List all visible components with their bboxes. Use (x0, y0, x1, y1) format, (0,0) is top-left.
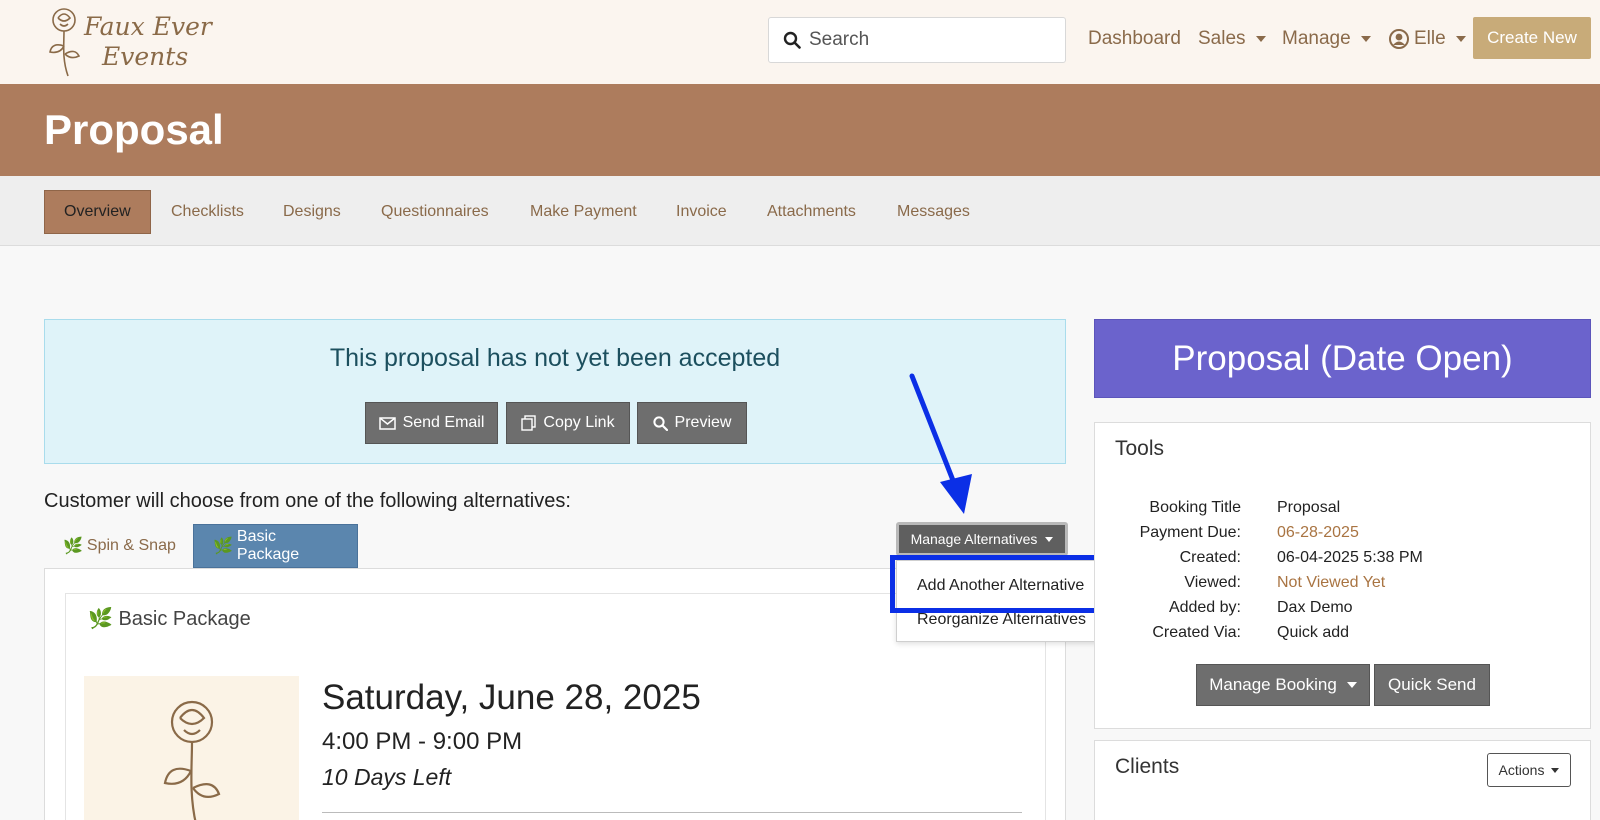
divider (322, 812, 1022, 813)
row-key: Booking Title (1149, 499, 1241, 516)
tools-row-created: Created: 06-04-2025 5:38 PM (1095, 549, 1590, 573)
quick-send-button[interactable]: Quick Send (1374, 664, 1490, 706)
alternative-tab-spin-snap[interactable]: 🌿 Spin & Snap (44, 524, 195, 568)
nav-sales[interactable]: Sales (1198, 28, 1266, 50)
preview-label: Preview (674, 414, 732, 431)
annotation-arrow (909, 373, 972, 514)
user-avatar-icon (1389, 29, 1409, 49)
copy-link-label: Copy Link (543, 414, 615, 431)
nav-dashboard-label: Dashboard (1088, 28, 1181, 49)
tab-make-payment[interactable]: Make Payment (511, 190, 656, 234)
event-date: Saturday, June 28, 2025 (322, 678, 701, 717)
tools-title: Tools (1115, 437, 1165, 460)
page-title: Proposal (44, 106, 224, 153)
chevron-down-icon (1346, 682, 1357, 688)
tab-checklists[interactable]: Checklists (152, 190, 263, 234)
copy-link-button[interactable]: Copy Link (506, 402, 630, 444)
logo-line-1: Faux Ever (84, 12, 212, 41)
search-input[interactable] (809, 29, 1049, 51)
status-banner: Proposal (Date Open) (1094, 319, 1591, 398)
tab-invoice[interactable]: Invoice (657, 190, 746, 234)
search-icon (652, 415, 668, 431)
logo-line-2: Events (102, 42, 189, 71)
nav-user-label: Elle (1414, 28, 1446, 49)
alternatives-prompt: Customer will choose from one of the fol… (44, 490, 571, 512)
row-value: 06-04-2025 5:38 PM (1277, 549, 1423, 566)
manage-booking-button[interactable]: Manage Booking (1196, 664, 1370, 706)
clients-panel: Clients Actions (1094, 740, 1591, 820)
alternative-tab-label: Spin & Snap (86, 537, 176, 554)
nav-manage-label: Manage (1282, 28, 1351, 49)
row-value: Dax Demo (1277, 599, 1353, 616)
chevron-down-icon (1551, 767, 1560, 773)
page-title-band: Proposal (0, 84, 1600, 176)
brand-logo[interactable]: Faux Ever Events (44, 4, 214, 78)
tab-designs[interactable]: Designs (264, 190, 360, 234)
chevron-down-icon (1045, 536, 1054, 542)
row-key: Created Via: (1152, 624, 1241, 641)
row-value: Proposal (1277, 499, 1341, 516)
actions-label: Actions (1498, 762, 1545, 778)
highlight-box (890, 555, 1125, 613)
menu-item-reorganize-alternatives[interactable]: Reorganize Alternatives (917, 611, 1086, 629)
row-key: Payment Due: (1139, 524, 1241, 541)
clients-title: Clients (1115, 755, 1180, 778)
chevron-down-icon (1255, 36, 1266, 42)
envelope-icon (378, 416, 396, 430)
copy-icon (521, 415, 537, 431)
tools-row-created-via: Created Via: Quick add (1095, 624, 1590, 648)
tab-messages[interactable]: Messages (878, 190, 989, 234)
nav-user-menu[interactable]: Elle (1389, 28, 1466, 50)
package-title: 🌿 Basic Package (88, 606, 251, 631)
tab-overview[interactable]: Overview (44, 190, 151, 234)
chevron-down-icon (1360, 36, 1371, 42)
alternative-tab-label: Basic Package (236, 528, 300, 563)
rose-logo-icon (49, 8, 81, 77)
manage-booking-label: Manage Booking (1209, 675, 1337, 694)
logo-wordmark: Faux Ever Events (84, 12, 212, 72)
tab-attachments[interactable]: Attachments (748, 190, 875, 234)
nav-sales-label: Sales (1198, 28, 1246, 49)
tools-row-viewed: Viewed: Not Viewed Yet (1095, 574, 1590, 598)
send-email-button[interactable]: Send Email (365, 402, 498, 444)
top-header: Faux Ever Events Dashboard Sales Manage … (0, 0, 1600, 84)
tools-panel: Tools Booking Title Proposal Payment Due… (1094, 422, 1591, 729)
create-new-button[interactable]: Create New (1473, 17, 1591, 59)
tools-row-payment-due: Payment Due: 06-28-2025 (1095, 524, 1590, 548)
row-value: Not Viewed Yet (1277, 574, 1386, 591)
leaf-icon: 🌿 (88, 608, 113, 630)
tab-questionnaires[interactable]: Questionnaires (362, 190, 508, 234)
manage-alternatives-button[interactable]: Manage Alternatives (896, 522, 1068, 556)
row-value: Quick add (1277, 624, 1350, 641)
tools-row-booking-title: Booking Title Proposal (1095, 499, 1590, 523)
preview-button[interactable]: Preview (637, 402, 747, 444)
package-image (84, 676, 299, 820)
search-icon (783, 31, 801, 49)
leaf-icon: 🌿 (63, 538, 83, 555)
row-value[interactable]: 06-28-2025 (1277, 524, 1359, 542)
rose-icon (163, 700, 221, 820)
row-key: Added by: (1168, 599, 1241, 616)
section-tabs: Overview Checklists Designs Questionnair… (0, 176, 1600, 246)
leaf-icon: 🌿 (213, 538, 233, 555)
alternative-tab-basic-package[interactable]: 🌿 Basic Package (193, 524, 358, 568)
nav-dashboard[interactable]: Dashboard (1088, 28, 1181, 50)
package-title-text: Basic Package (118, 608, 251, 630)
actions-button[interactable]: Actions (1487, 753, 1571, 787)
tools-row-added-by: Added by: Dax Demo (1095, 599, 1590, 623)
manage-alternatives-label: Manage Alternatives (910, 531, 1038, 547)
event-time: 4:00 PM - 9:00 PM (322, 728, 523, 755)
alert-message: This proposal has not yet been accepted (329, 344, 781, 372)
nav-manage[interactable]: Manage (1282, 28, 1371, 50)
row-key: Created: (1179, 549, 1241, 566)
search-box[interactable] (768, 17, 1066, 63)
row-key: Viewed: (1184, 574, 1241, 591)
send-email-label: Send Email (402, 414, 485, 431)
chevron-down-icon (1455, 36, 1466, 42)
days-left: 10 Days Left (322, 764, 452, 790)
